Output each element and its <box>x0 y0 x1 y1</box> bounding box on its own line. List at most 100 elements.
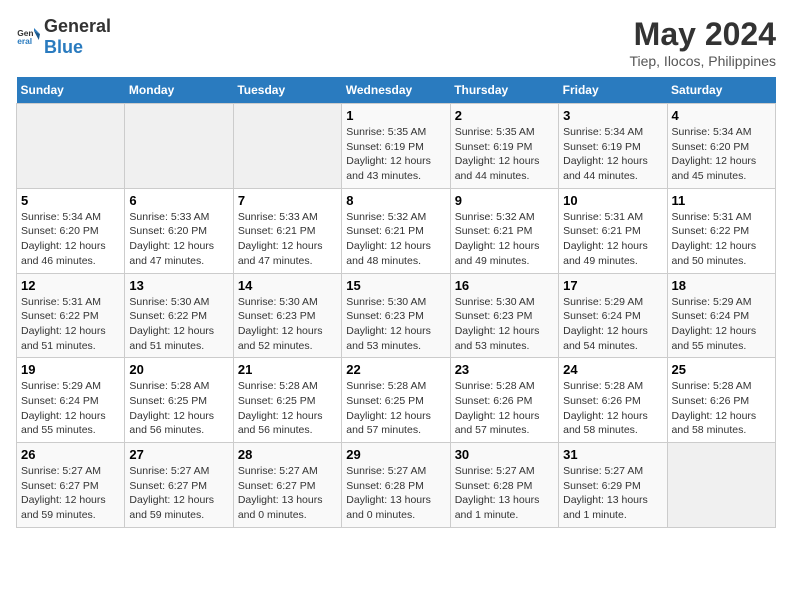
calendar-cell: 7 Sunrise: 5:33 AM Sunset: 6:21 PM Daylig… <box>233 188 341 273</box>
day-info: Sunrise: 5:32 AM Sunset: 6:21 PM Dayligh… <box>455 210 554 269</box>
calendar-cell: 15Sunrise: 5:30 AM Sunset: 6:23 PM Dayli… <box>342 273 450 358</box>
calendar-cell: 28 Sunrise: 5:27 AM Sunset: 6:27 PM Dayli… <box>233 443 341 528</box>
day-number: 26 <box>21 447 120 462</box>
day-info: Sunrise: 5:27 AM Sunset: 6:27 PM Dayligh… <box>21 464 120 523</box>
calendar-cell: 12 Sunrise: 5:31 AM Sunset: 6:22 PM Dayli… <box>17 273 125 358</box>
day-number: 22 <box>346 362 445 377</box>
weekday-header-friday: Friday <box>559 77 667 104</box>
day-number: 17 <box>563 278 662 293</box>
day-number: 7 <box>238 193 337 208</box>
day-number: 9 <box>455 193 554 208</box>
day-info: Sunrise: 5:27 AM Sunset: 6:28 PM Dayligh… <box>455 464 554 523</box>
logo-text: General <box>44 16 111 36</box>
day-number: 12 <box>21 278 120 293</box>
calendar-cell: 16 Sunrise: 5:30 AM Sunset: 6:23 PM Dayli… <box>450 273 558 358</box>
day-info: Sunrise: 5:27 AM Sunset: 6:29 PM Dayligh… <box>563 464 662 523</box>
subtitle: Tiep, Ilocos, Philippines <box>629 53 776 69</box>
weekday-header-monday: Monday <box>125 77 233 104</box>
day-info: Sunrise: 5:27 AM Sunset: 6:27 PM Dayligh… <box>238 464 337 523</box>
day-number: 1 <box>346 108 445 123</box>
header: Gen eral General Blue May 2024 Tiep, Ilo… <box>16 16 776 69</box>
calendar-cell: 27 Sunrise: 5:27 AM Sunset: 6:27 PM Dayli… <box>125 443 233 528</box>
day-info: Sunrise: 5:35 AM Sunset: 6:19 PM Dayligh… <box>455 125 554 184</box>
calendar-cell: 11Sunrise: 5:31 AM Sunset: 6:22 PM Dayli… <box>667 188 775 273</box>
day-number: 14 <box>238 278 337 293</box>
calendar-cell: 20 Sunrise: 5:28 AM Sunset: 6:25 PM Dayli… <box>125 358 233 443</box>
calendar-cell: 31 Sunrise: 5:27 AM Sunset: 6:29 PM Dayli… <box>559 443 667 528</box>
logo: Gen eral General Blue <box>16 16 111 58</box>
day-info: Sunrise: 5:33 AM Sunset: 6:21 PM Dayligh… <box>238 210 337 269</box>
calendar-cell: 4Sunrise: 5:34 AM Sunset: 6:20 PM Daylig… <box>667 104 775 189</box>
day-info: Sunrise: 5:28 AM Sunset: 6:25 PM Dayligh… <box>238 379 337 438</box>
day-info: Sunrise: 5:28 AM Sunset: 6:25 PM Dayligh… <box>129 379 228 438</box>
calendar-cell: 30 Sunrise: 5:27 AM Sunset: 6:28 PM Dayli… <box>450 443 558 528</box>
day-number: 19 <box>21 362 120 377</box>
day-number: 8 <box>346 193 445 208</box>
day-info: Sunrise: 5:28 AM Sunset: 6:26 PM Dayligh… <box>455 379 554 438</box>
weekday-header-saturday: Saturday <box>667 77 775 104</box>
day-number: 5 <box>21 193 120 208</box>
weekday-header-sunday: Sunday <box>17 77 125 104</box>
calendar-cell: 10 Sunrise: 5:31 AM Sunset: 6:21 PM Dayli… <box>559 188 667 273</box>
day-number: 23 <box>455 362 554 377</box>
calendar-cell: 17 Sunrise: 5:29 AM Sunset: 6:24 PM Dayli… <box>559 273 667 358</box>
day-number: 28 <box>238 447 337 462</box>
day-number: 20 <box>129 362 228 377</box>
main-title: May 2024 <box>629 16 776 53</box>
day-info: Sunrise: 5:32 AM Sunset: 6:21 PM Dayligh… <box>346 210 445 269</box>
day-number: 11 <box>672 193 771 208</box>
day-info: Sunrise: 5:29 AM Sunset: 6:24 PM Dayligh… <box>21 379 120 438</box>
day-number: 3 <box>563 108 662 123</box>
day-info: Sunrise: 5:31 AM Sunset: 6:22 PM Dayligh… <box>21 295 120 354</box>
calendar-table: SundayMondayTuesdayWednesdayThursdayFrid… <box>16 77 776 528</box>
svg-text:eral: eral <box>17 36 32 46</box>
calendar-cell: 14 Sunrise: 5:30 AM Sunset: 6:23 PM Dayli… <box>233 273 341 358</box>
calendar-cell: 18 Sunrise: 5:29 AM Sunset: 6:24 PM Dayli… <box>667 273 775 358</box>
calendar-cell: 8 Sunrise: 5:32 AM Sunset: 6:21 PM Daylig… <box>342 188 450 273</box>
day-number: 6 <box>129 193 228 208</box>
day-number: 18 <box>672 278 771 293</box>
day-info: Sunrise: 5:30 AM Sunset: 6:23 PM Dayligh… <box>455 295 554 354</box>
day-info: Sunrise: 5:35 AM Sunset: 6:19 PM Dayligh… <box>346 125 445 184</box>
day-info: Sunrise: 5:27 AM Sunset: 6:28 PM Dayligh… <box>346 464 445 523</box>
calendar-cell <box>233 104 341 189</box>
day-info: Sunrise: 5:33 AM Sunset: 6:20 PM Dayligh… <box>129 210 228 269</box>
day-number: 10 <box>563 193 662 208</box>
day-number: 24 <box>563 362 662 377</box>
calendar-cell <box>17 104 125 189</box>
day-info: Sunrise: 5:34 AM Sunset: 6:20 PM Dayligh… <box>21 210 120 269</box>
calendar-cell: 23 Sunrise: 5:28 AM Sunset: 6:26 PM Dayli… <box>450 358 558 443</box>
weekday-header-row: SundayMondayTuesdayWednesdayThursdayFrid… <box>17 77 776 104</box>
calendar-cell: 2Sunrise: 5:35 AM Sunset: 6:19 PM Daylig… <box>450 104 558 189</box>
day-number: 30 <box>455 447 554 462</box>
calendar-cell: 13 Sunrise: 5:30 AM Sunset: 6:22 PM Dayli… <box>125 273 233 358</box>
weekday-header-tuesday: Tuesday <box>233 77 341 104</box>
calendar-cell: 29 Sunrise: 5:27 AM Sunset: 6:28 PM Dayli… <box>342 443 450 528</box>
day-number: 27 <box>129 447 228 462</box>
calendar-cell <box>125 104 233 189</box>
day-info: Sunrise: 5:27 AM Sunset: 6:27 PM Dayligh… <box>129 464 228 523</box>
day-number: 29 <box>346 447 445 462</box>
day-info: Sunrise: 5:30 AM Sunset: 6:23 PM Dayligh… <box>346 295 445 354</box>
day-number: 13 <box>129 278 228 293</box>
calendar-cell: 24Sunrise: 5:28 AM Sunset: 6:26 PM Dayli… <box>559 358 667 443</box>
calendar-cell: 21Sunrise: 5:28 AM Sunset: 6:25 PM Dayli… <box>233 358 341 443</box>
day-info: Sunrise: 5:29 AM Sunset: 6:24 PM Dayligh… <box>672 295 771 354</box>
calendar-cell: 22Sunrise: 5:28 AM Sunset: 6:25 PM Dayli… <box>342 358 450 443</box>
day-number: 16 <box>455 278 554 293</box>
calendar-cell: 6 Sunrise: 5:33 AM Sunset: 6:20 PM Daylig… <box>125 188 233 273</box>
day-info: Sunrise: 5:29 AM Sunset: 6:24 PM Dayligh… <box>563 295 662 354</box>
day-number: 4 <box>672 108 771 123</box>
weekday-header-thursday: Thursday <box>450 77 558 104</box>
calendar-cell: 26 Sunrise: 5:27 AM Sunset: 6:27 PM Dayli… <box>17 443 125 528</box>
day-number: 31 <box>563 447 662 462</box>
day-info: Sunrise: 5:30 AM Sunset: 6:22 PM Dayligh… <box>129 295 228 354</box>
week-row-1: 1 Sunrise: 5:35 AM Sunset: 6:19 PM Daylig… <box>17 104 776 189</box>
day-info: Sunrise: 5:31 AM Sunset: 6:21 PM Dayligh… <box>563 210 662 269</box>
weekday-header-wednesday: Wednesday <box>342 77 450 104</box>
logo-icon: Gen eral <box>16 25 40 49</box>
day-number: 25 <box>672 362 771 377</box>
calendar-cell: 19 Sunrise: 5:29 AM Sunset: 6:24 PM Dayli… <box>17 358 125 443</box>
calendar-cell: 1 Sunrise: 5:35 AM Sunset: 6:19 PM Daylig… <box>342 104 450 189</box>
day-info: Sunrise: 5:30 AM Sunset: 6:23 PM Dayligh… <box>238 295 337 354</box>
